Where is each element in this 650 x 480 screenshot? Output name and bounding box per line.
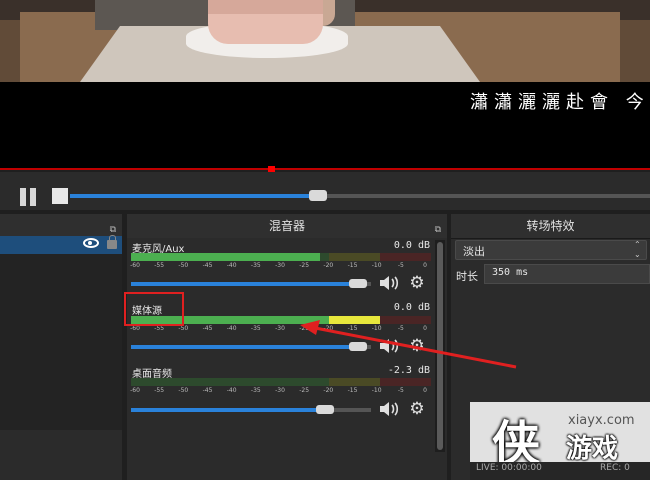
meter-tick-label: -30 [275,262,285,269]
channel-meter [131,378,431,386]
source-item-selected[interactable] [0,236,122,254]
channel-meter [131,253,431,261]
gear-icon[interactable]: ⚙ [408,400,426,418]
meter-tick-label: -5 [397,387,404,394]
updown-arrow-icon: ⌃ ⌄ [634,240,641,259]
meter-tick-label: -20 [323,262,334,269]
scene-cake-band [208,0,323,14]
live-status: LIVE: 00:00:00 [476,463,542,473]
duration-label: 时长 [456,270,478,283]
meter-zone [329,378,380,386]
meter-tick-label: -50 [178,325,189,332]
channel-db: 0.0 dB [393,302,430,313]
pause-icon-bar [30,188,36,206]
transitions-panel-header: 转场特效 [451,214,650,239]
meter-tick-label: -50 [178,262,189,269]
meter-tick-label: -35 [250,387,261,394]
gear-icon[interactable]: ⚙ [408,274,426,292]
preview-scene [0,0,650,82]
lock-icon[interactable] [107,235,117,249]
volume-slider-fill [131,408,328,412]
meter-tick-label: -55 [154,325,165,332]
meter-tick-label: -10 [371,262,382,269]
video-subtitle: 瀟瀟灑灑赴會 今 [470,92,650,113]
volume-slider-fill [131,282,362,286]
watermark-logo-name: 游戏 [566,434,619,464]
meter-tick-label: -15 [347,262,358,269]
duration-value: 350 ms [492,267,529,278]
annotation-arrow-icon [300,320,517,369]
seek-bar-handle[interactable] [309,190,327,201]
video-preview[interactable]: 瀟瀟灑灑赴會 今 [0,0,650,170]
meter-tick-label: -25 [299,387,310,394]
meter-scale: -60 -55 -50 -45 -40 -35 -30 -25 -20 -15 -10 -5 0 [130,387,431,395]
eye-icon[interactable] [83,238,99,248]
meter-tick-label: -60 [130,325,140,332]
watermark-site: xiayx.com [568,413,635,428]
sources-list [0,254,122,430]
meter-tick-label: -15 [347,387,358,394]
meter-tick-label: -50 [178,387,189,394]
channel-db: 0.0 dB [393,240,430,251]
meter-tick-label: -55 [154,387,165,394]
meter-tick-label: 0 [423,387,427,394]
meter-tick-label: -60 [130,387,140,394]
meter-tick-label: 0 [423,262,427,269]
meter-tick-label: -55 [154,262,165,269]
meter-tick-label: -30 [275,387,285,394]
transition-select-value: 淡出 [463,245,485,258]
meter-tick-label: -60 [130,262,140,269]
annotation-highlight-box [124,292,184,326]
meter-tick-label: -40 [226,387,237,394]
meter-tick-label: -45 [202,325,213,332]
meter-tick-label: -35 [250,325,261,332]
stop-button[interactable] [52,188,68,204]
volume-slider-handle[interactable] [349,279,368,288]
meter-zone [380,253,431,261]
meter-tick-label: -25 [299,262,310,269]
meter-zone [380,378,431,386]
meter-scale: -60 -55 -50 -45 -40 -35 -30 -25 -20 -15 -10 -5 0 [130,262,431,270]
pause-button[interactable] [18,188,38,206]
meter-tick-label: -45 [202,387,213,394]
meter-tick-label: -35 [250,262,261,269]
pause-icon-bar [20,188,26,206]
meter-zone [131,378,329,386]
meter-zone [329,253,380,261]
volume-slider-handle[interactable] [315,405,334,414]
meter-tick-label: -5 [397,262,404,269]
speaker-icon[interactable] [378,400,400,418]
meter-tick-label: -10 [371,387,382,394]
meter-tick-label: -40 [226,325,237,332]
speaker-icon[interactable] [378,274,400,292]
mixer-panel-header: 混音器 ⧉ [127,214,447,239]
seek-bar-progress [70,194,315,198]
meter-tick-label: -40 [226,262,237,269]
meter-tick-label: -30 [275,325,285,332]
preview-border-line [0,168,650,170]
meter-tick-label: -20 [323,387,334,394]
rec-status: REC: 0 [600,463,630,473]
mixer-title: 混音器 [268,219,305,233]
meter-tick-label: -45 [202,262,213,269]
meter-level [131,253,320,261]
transitions-title: 转场特效 [526,219,575,233]
